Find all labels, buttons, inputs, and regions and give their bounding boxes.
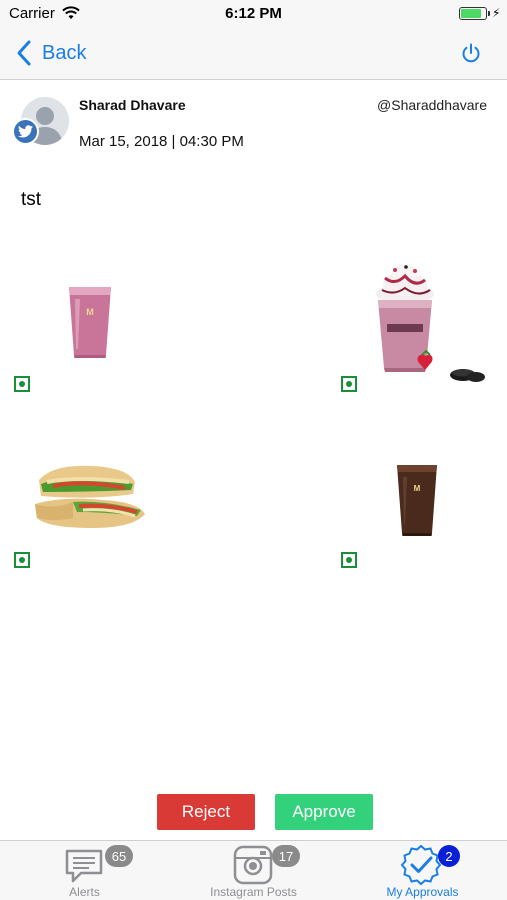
tab-my-approvals-label: My Approvals (386, 885, 459, 899)
alerts-badge: 65 (105, 845, 133, 867)
veg-mark-icon (14, 552, 30, 568)
pink-smoothie-image[interactable]: M (66, 285, 114, 359)
tab-my-approvals[interactable]: 2 My Approvals (338, 841, 507, 900)
svg-text:M: M (86, 307, 94, 317)
tab-instagram-posts[interactable]: 17 Instagram Posts (169, 841, 338, 900)
tab-alerts[interactable]: 65 Alerts (0, 841, 169, 900)
wrap-image[interactable] (33, 462, 148, 532)
approvals-badge: 2 (438, 845, 460, 867)
back-label: Back (42, 41, 87, 64)
tab-instagram-posts-label: Instagram Posts (210, 885, 297, 899)
author-handle: @Sharaddhavare (377, 97, 487, 113)
alerts-icon (65, 849, 103, 883)
approve-button[interactable]: Approve (275, 794, 373, 830)
power-icon[interactable] (460, 42, 482, 64)
battery-icon (459, 7, 490, 20)
clock: 6:12 PM (225, 5, 282, 22)
post-date: Mar 15, 2018 | 04:30 PM (79, 133, 244, 150)
post-text: tst (21, 189, 42, 210)
veg-mark-icon (14, 376, 30, 392)
charging-icon: ⚡ (492, 6, 501, 20)
back-button[interactable]: Back (14, 38, 86, 68)
chevron-left-icon (17, 40, 31, 66)
svg-text:M: M (414, 484, 421, 493)
instagram-icon (233, 845, 273, 885)
approvals-icon (400, 844, 442, 886)
chocolate-shake-image[interactable]: M (395, 463, 439, 537)
tab-alerts-label: Alerts (69, 885, 100, 899)
navigation-bar: Back (0, 28, 507, 80)
instagram-badge: 17 (272, 845, 300, 867)
author-name: Sharad Dhavare (79, 97, 186, 113)
twitter-icon (12, 118, 39, 145)
veg-mark-icon (341, 376, 357, 392)
reject-button[interactable]: Reject (157, 794, 255, 830)
veg-mark-icon (341, 552, 357, 568)
berry-shake-image[interactable] (370, 264, 488, 384)
status-bar: Carrier 6:12 PM ⚡ (0, 0, 507, 28)
tab-bar: 65 Alerts 17 Instagram Posts 2 My Approv… (0, 840, 507, 900)
